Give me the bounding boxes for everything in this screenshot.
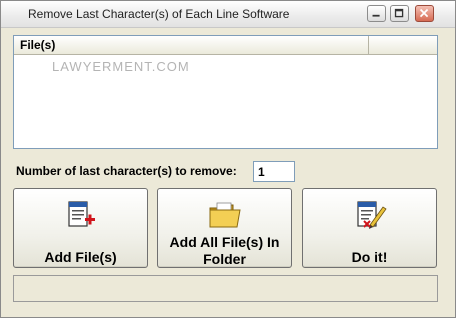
add-folder-label-line1: Add All File(s) In [169,234,280,250]
do-it-label: Do it! [351,249,388,265]
add-files-label: Add File(s) [44,249,117,265]
title-bar[interactable]: Remove Last Character(s) of Each Line So… [1,1,455,28]
num-chars-input[interactable] [253,161,295,182]
maximize-button[interactable] [390,5,409,22]
minimize-icon [372,14,380,17]
close-icon [419,8,429,18]
maximize-icon [394,8,404,18]
status-bar [13,275,438,302]
file-list[interactable]: File(s) LAWYERMENT.COM [13,35,438,149]
watermark-text: LAWYERMENT.COM [52,59,190,74]
column-header-extra[interactable] [370,36,437,54]
folder-icon [209,202,241,228]
file-list-header: File(s) [14,36,437,55]
app-window: Remove Last Character(s) of Each Line So… [0,0,456,318]
close-button[interactable] [415,5,434,22]
num-chars-label: Number of last character(s) to remove: [16,164,237,178]
add-folder-button[interactable]: Add All File(s) In Folder [157,188,292,268]
document-edit-icon [356,201,387,229]
minimize-button[interactable] [367,5,386,22]
column-header-files[interactable]: File(s) [14,36,369,54]
window-title: Remove Last Character(s) of Each Line So… [28,7,290,21]
add-files-button[interactable]: Add File(s) [13,188,148,268]
do-it-button[interactable]: Do it! [302,188,437,268]
add-folder-label-line2: Folder [203,251,246,267]
document-add-icon [67,201,95,227]
